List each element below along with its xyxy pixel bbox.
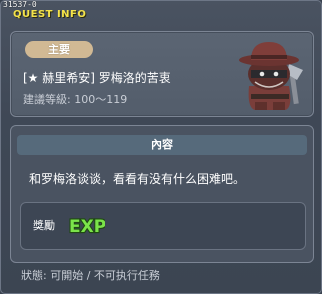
quest-id: 31537-0 <box>3 0 37 9</box>
reward-label: 獎勵 <box>33 219 55 232</box>
npc-portrait-icon <box>231 36 309 112</box>
window-title: QUEST INFO <box>13 9 87 20</box>
quest-category-badge: 主要 <box>25 41 93 58</box>
quest-status: 狀態: 可開始 / 不可执行任務 <box>21 269 160 282</box>
quest-info-window: 31537-0 QUEST INFO 主要 [★ 赫里希安] 罗梅洛的苦衷 建議… <box>0 0 322 294</box>
quest-header-panel: 主要 [★ 赫里希安] 罗梅洛的苦衷 建議等級: 100～119 <box>10 31 314 117</box>
exp-reward-text: EXP <box>69 217 105 237</box>
quest-name: [★ 赫里希安] 罗梅洛的苦衷 <box>23 71 171 85</box>
quest-description: 和罗梅洛谈谈，看看有没有什么困难吧。 <box>29 172 246 186</box>
quest-recommended-level: 建議等級: 100～119 <box>23 93 128 106</box>
quest-content-panel: 內容 和罗梅洛谈谈，看看有没有什么困难吧。 獎勵 EXP <box>10 125 314 263</box>
reward-box: 獎勵 EXP <box>20 202 306 250</box>
content-section-header: 內容 <box>17 135 307 155</box>
exp-reward-icon: EXP <box>67 212 107 238</box>
